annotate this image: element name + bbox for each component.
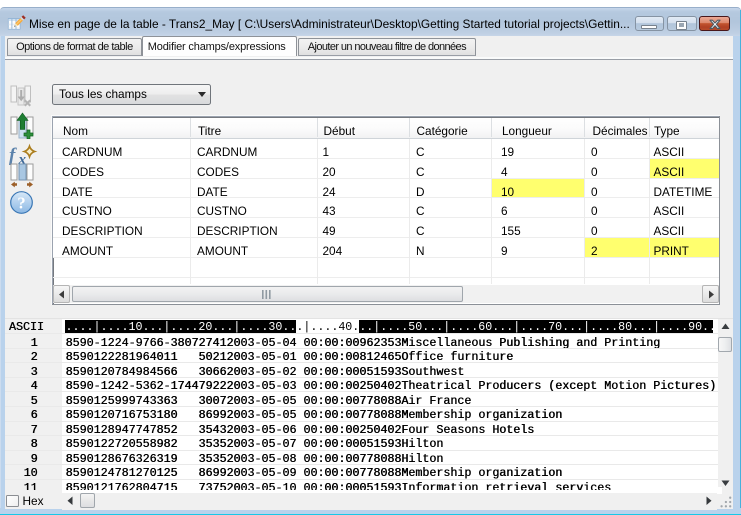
svg-text:?: ? (17, 193, 25, 212)
